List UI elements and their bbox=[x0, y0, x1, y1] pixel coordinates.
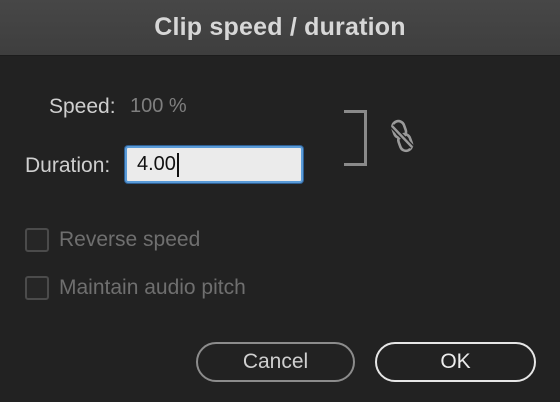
cancel-button-label: Cancel bbox=[242, 350, 309, 373]
clip-speed-duration-dialog: Clip speed / duration Speed: 100 % Durat… bbox=[0, 0, 560, 402]
dialog-title: Clip speed / duration bbox=[154, 13, 406, 41]
ok-button-label: OK bbox=[440, 350, 471, 373]
text-caret bbox=[176, 152, 179, 177]
duration-label: Duration: bbox=[25, 154, 111, 177]
ok-button[interactable]: OK bbox=[375, 342, 536, 382]
speed-label: Speed: bbox=[49, 95, 116, 118]
cancel-button[interactable]: Cancel bbox=[196, 342, 355, 382]
duration-input[interactable]: 4.00 bbox=[125, 146, 303, 183]
unlink-chain-icon[interactable] bbox=[387, 118, 417, 154]
duration-input-value: 4.00 bbox=[137, 153, 176, 175]
speed-duration-link-bracket bbox=[344, 110, 367, 166]
reverse-speed-checkbox[interactable] bbox=[25, 228, 49, 252]
dialog-titlebar[interactable]: Clip speed / duration bbox=[0, 0, 560, 56]
speed-value[interactable]: 100 % bbox=[130, 95, 187, 118]
maintain-audio-pitch-label: Maintain audio pitch bbox=[59, 276, 246, 299]
reverse-speed-label: Reverse speed bbox=[59, 228, 201, 251]
maintain-audio-pitch-checkbox[interactable] bbox=[25, 276, 49, 300]
